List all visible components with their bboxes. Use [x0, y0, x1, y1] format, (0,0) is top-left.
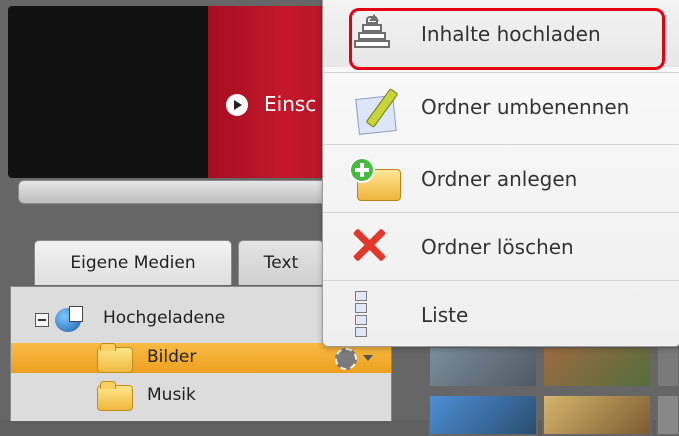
folder-icon	[97, 343, 133, 373]
tree-item-musik[interactable]: Musik	[11, 381, 391, 411]
media-thumbnail[interactable]	[656, 346, 679, 388]
menu-item-ordner-anlegen[interactable]: Ordner anlegen	[323, 144, 679, 212]
tree-item-label: Hochgeladene	[103, 308, 226, 328]
media-thumbnail[interactable]	[542, 394, 652, 436]
menu-item-label: Ordner anlegen	[421, 167, 578, 191]
media-thumbnail[interactable]	[656, 394, 679, 436]
menu-item-label: Ordner umbenennen	[421, 95, 630, 119]
tab-eigene-medien[interactable]: Eigene Medien	[34, 240, 232, 285]
collapse-icon[interactable]	[35, 313, 49, 327]
tree-item-label: Musik	[147, 385, 196, 405]
media-thumbnail[interactable]	[542, 346, 652, 388]
tab-text[interactable]: Text	[238, 240, 324, 285]
tree-item-label: Bilder	[147, 347, 197, 367]
menu-item-liste[interactable]: Liste	[323, 280, 679, 348]
thumbnail-grid	[428, 336, 679, 436]
play-button[interactable]	[226, 94, 248, 116]
folder-add-icon	[349, 157, 403, 205]
gear-icon[interactable]	[335, 348, 357, 370]
tab-eigene-medien-label: Eigene Medien	[70, 253, 196, 273]
media-thumbnail[interactable]	[428, 346, 538, 388]
list-icon	[355, 291, 405, 339]
menu-item-label: Ordner löschen	[421, 235, 574, 259]
delete-icon	[353, 229, 385, 261]
menu-item-label: Inhalte hochladen	[421, 22, 601, 46]
upload-folder-icon	[55, 306, 83, 332]
chevron-down-icon[interactable]	[363, 355, 373, 361]
upload-icon	[351, 14, 391, 56]
menu-item-inhalte-hochladen[interactable]: Inhalte hochladen	[323, 0, 679, 70]
video-link-label[interactable]: Einsc	[264, 92, 316, 116]
menu-item-ordner-loeschen[interactable]: Ordner löschen	[323, 212, 679, 280]
rename-icon	[349, 88, 401, 135]
menu-item-ordner-umbenennen[interactable]: Ordner umbenennen	[323, 72, 679, 140]
menu-item-label: Liste	[421, 303, 469, 327]
folder-icon	[97, 381, 133, 411]
tab-text-label: Text	[263, 253, 299, 273]
folder-context-menu: Inhalte hochladen Ordner umbenennen Ordn…	[322, 0, 679, 347]
media-thumbnail[interactable]	[428, 394, 538, 436]
